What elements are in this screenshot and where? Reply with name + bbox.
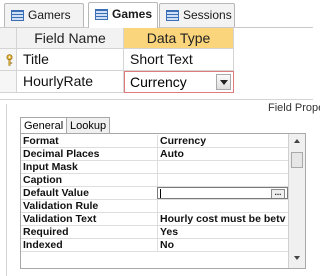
property-name: Input Mask	[23, 161, 78, 173]
property-name: Default Value	[23, 187, 89, 199]
tab-games[interactable]: Games	[88, 2, 158, 28]
table-icon	[95, 9, 108, 20]
property-name: Decimal Places	[23, 148, 100, 160]
property-row-indexed[interactable]: Indexed No	[21, 239, 288, 252]
tab-sessions[interactable]: Sessions	[159, 3, 235, 27]
field-properties-sheet: Format Currency Decimal Places Auto Inpu…	[20, 133, 306, 269]
data-type-combo[interactable]: Currency	[124, 71, 234, 93]
tab-general[interactable]: General	[20, 117, 68, 134]
property-value[interactable]	[157, 200, 288, 212]
properties-scrollbar[interactable]	[288, 134, 305, 268]
primary-key-icon	[6, 54, 13, 66]
property-value[interactable]: No	[157, 239, 288, 251]
property-row-caption[interactable]: Caption	[21, 174, 288, 187]
select-all-corner[interactable]	[0, 28, 17, 49]
tab-label: Gamers	[28, 8, 71, 22]
property-name: Validation Text	[23, 213, 97, 225]
row-selector[interactable]	[0, 49, 17, 71]
tab-gamers[interactable]: Gamers	[4, 3, 84, 27]
row-selector[interactable]	[0, 71, 17, 93]
tab-label: Sessions	[183, 8, 232, 22]
property-row-decimal-places[interactable]: Decimal Places Auto	[21, 148, 288, 161]
field-properties-label: Field Prope	[268, 102, 320, 114]
property-name: Validation Rule	[23, 200, 99, 212]
scroll-up-icon[interactable]	[294, 139, 300, 143]
property-name: Required	[23, 226, 69, 238]
table-icon	[11, 10, 24, 21]
scroll-down-icon[interactable]	[294, 256, 300, 260]
property-row-input-mask[interactable]: Input Mask	[21, 161, 288, 174]
field-name-cell[interactable]: Title	[17, 49, 124, 71]
table-design-grid: Field Name Data Type Title Short Text Ho…	[0, 28, 313, 98]
data-type-dropdown-button[interactable]	[216, 74, 231, 90]
field-properties-divider	[0, 99, 313, 100]
property-value[interactable]: Hourly cost must be betv	[157, 213, 288, 225]
text-cursor	[160, 189, 161, 198]
scrollbar-thumb[interactable]	[291, 152, 303, 168]
property-row-default-value[interactable]: Default Value ...	[21, 187, 288, 200]
data-type-value: Currency	[130, 74, 187, 90]
property-row-required[interactable]: Required Yes	[21, 226, 288, 239]
property-value[interactable]: Yes	[157, 226, 288, 238]
property-value[interactable]: Auto	[157, 148, 288, 160]
column-header-field-name: Field Name	[17, 28, 124, 49]
column-header-data-type: Data Type	[124, 28, 234, 49]
table-icon	[166, 10, 179, 21]
data-type-cell[interactable]: Short Text	[124, 49, 234, 71]
field-name-cell[interactable]: HourlyRate	[17, 71, 124, 93]
pane-gutter	[6, 104, 7, 276]
property-row-validation-rule[interactable]: Validation Rule	[21, 200, 288, 213]
property-value[interactable]: Currency	[157, 135, 288, 147]
default-value-input[interactable]: ...	[157, 187, 288, 199]
property-name: Caption	[23, 174, 63, 186]
expression-builder-button[interactable]: ...	[271, 189, 285, 198]
property-row-format[interactable]: Format Currency	[21, 135, 288, 148]
property-name: Format	[23, 135, 59, 147]
property-value[interactable]	[157, 161, 288, 173]
tab-lookup[interactable]: Lookup	[66, 117, 111, 134]
tab-label: Games	[112, 7, 153, 21]
property-value[interactable]	[157, 174, 288, 186]
property-name: Indexed	[23, 239, 63, 251]
chevron-down-icon	[220, 80, 228, 85]
document-tab-strip: Gamers Games Sessions	[0, 0, 313, 28]
property-row-validation-text[interactable]: Validation Text Hourly cost must be betv	[21, 213, 288, 226]
